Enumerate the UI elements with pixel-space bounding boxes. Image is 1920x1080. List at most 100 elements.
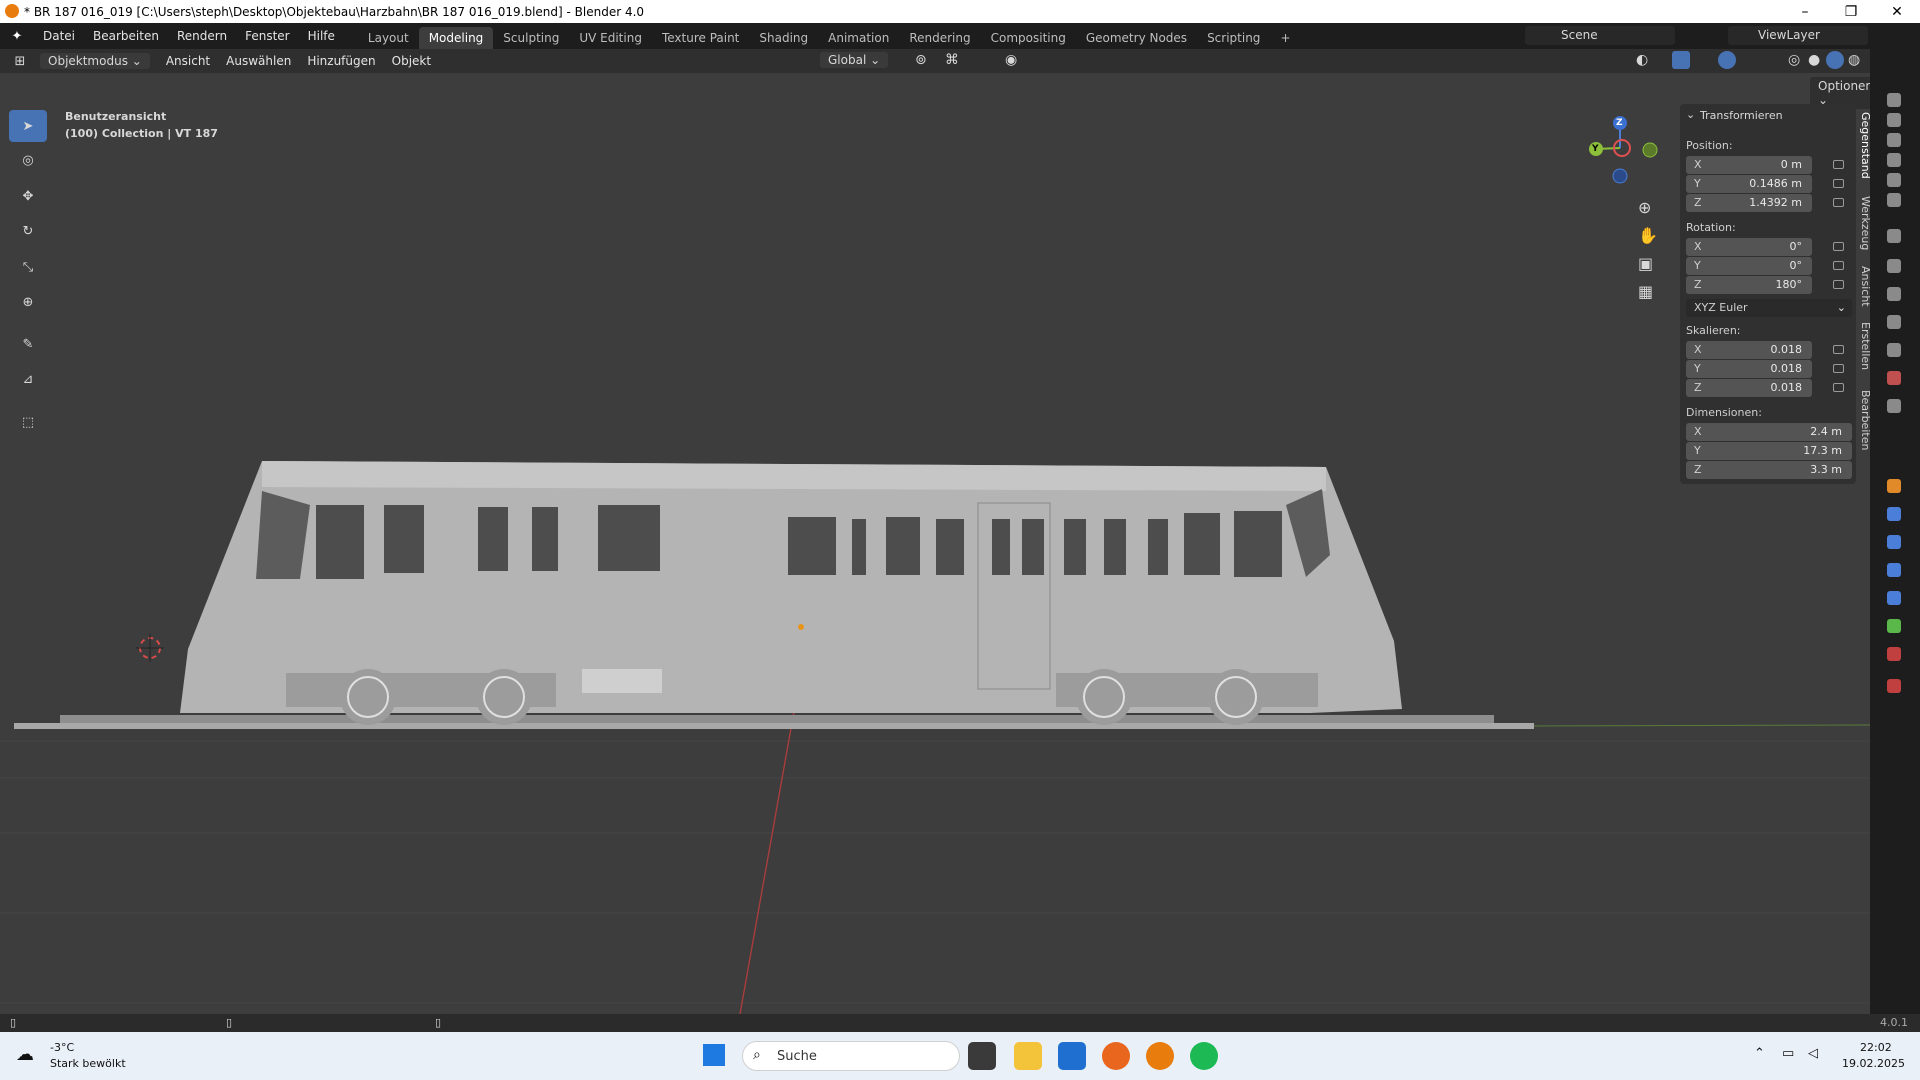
network-icon[interactable]: ▭ [1782,1046,1794,1061]
task-view-icon[interactable] [968,1042,996,1070]
lock-icon[interactable] [1833,345,1844,354]
lock-icon[interactable] [1833,280,1844,289]
scene-properties-icon[interactable] [1887,343,1901,357]
solid-shading-icon[interactable]: ● [1808,52,1820,68]
menu-auswaehlen[interactable]: Auswählen [218,54,299,68]
object-properties-icon[interactable] [1887,479,1901,493]
tab-compositing[interactable]: Compositing [981,27,1076,49]
close-button[interactable]: ✕ [1874,0,1920,23]
blender-app-icon[interactable] [1146,1042,1174,1070]
menu-hilfe[interactable]: Hilfe [299,29,344,43]
cursor-tool-button[interactable]: ◎ [9,144,47,176]
lock-icon[interactable] [1833,364,1844,373]
position-y-field[interactable]: Y 0.1486 m [1686,175,1812,193]
render-layer-icon[interactable] [1887,113,1901,127]
wireframe-shading-icon[interactable]: ◎ [1788,52,1800,68]
tool-properties-icon[interactable] [1887,229,1901,243]
transform-section-title[interactable]: Transformieren [1700,109,1783,122]
orientation-dropdown[interactable]: Global ⌄ [820,52,889,68]
rotate-tool-button[interactable]: ↻ [9,215,47,247]
chevron-up-icon[interactable]: ⌃ [1754,1046,1765,1061]
scene-selector[interactable]: Scene [1525,26,1675,45]
grid-perspective-icon[interactable]: ▦ [1638,282,1653,301]
measure-tool-button[interactable]: ⊿ [9,363,47,395]
weather-desc[interactable]: Stark bewölkt [50,1057,126,1070]
world-properties-icon[interactable] [1887,371,1901,385]
add-workspace-button[interactable]: + [1270,27,1300,49]
tab-animation[interactable]: Animation [818,27,899,49]
lock-icon[interactable] [1833,198,1844,207]
transform-tool-button[interactable]: ⊕ [9,286,47,318]
speaker-icon[interactable]: ◁ [1808,1046,1818,1061]
overlay-toggle-icon[interactable] [1718,51,1736,69]
clock-date[interactable]: 19.02.2025 [1842,1057,1905,1070]
menu-fenster[interactable]: Fenster [236,29,299,43]
menu-datei[interactable]: Datei [34,29,84,43]
menu-objekt[interactable]: Objekt [384,54,439,68]
select-tool-button[interactable]: ➤ [9,110,47,142]
pivot-icon[interactable]: ⊚ [915,52,927,68]
mode-dropdown[interactable]: Objektmodus ⌄ [40,53,150,69]
tab-uv-editing[interactable]: UV Editing [569,27,652,49]
pan-hand-icon[interactable]: ✋ [1638,226,1658,245]
viewlayer-selector[interactable]: ViewLayer [1728,26,1868,45]
render-layer-icon[interactable] [1887,133,1901,147]
spotify-icon[interactable] [1190,1042,1218,1070]
windows-start-icon[interactable] [703,1044,725,1066]
collection-properties-icon[interactable] [1887,399,1901,413]
snap-icon[interactable]: ⌘ [945,52,959,68]
dimension-z-field[interactable]: Z 3.3 m [1686,461,1852,479]
tab-modeling[interactable]: Modeling [418,27,494,49]
camera-icon[interactable]: ▣ [1638,254,1653,273]
weather-cloud-icon[interactable]: ☁ [16,1044,34,1065]
minimize-button[interactable]: – [1782,0,1828,23]
object-data-icon[interactable] [1887,619,1901,633]
menu-rendern[interactable]: Rendern [168,29,236,43]
maximize-button[interactable]: ❐ [1828,0,1874,23]
view-layer-icon[interactable] [1887,315,1901,329]
scale-tool-button[interactable]: ⤡ [9,251,47,283]
texture-icon[interactable] [1887,679,1901,693]
rendered-shading-icon[interactable]: ◍ [1848,52,1860,68]
position-x-field[interactable]: X 0 m [1686,156,1812,174]
render-layer-icon[interactable] [1887,193,1901,207]
tab-texture-paint[interactable]: Texture Paint [652,27,749,49]
material-shading-icon[interactable] [1826,51,1844,69]
tab-rendering[interactable]: Rendering [899,27,980,49]
physics-icon[interactable] [1887,563,1901,577]
menu-bearbeiten[interactable]: Bearbeiten [84,29,168,43]
modifier-wrench-icon[interactable] [1887,507,1901,521]
scale-x-field[interactable]: X 0.018 [1686,341,1812,359]
chevron-down-icon[interactable]: ⌄ [1686,108,1695,121]
navigation-gizmo[interactable] [1570,113,1660,193]
rotation-mode-dropdown[interactable]: XYZ Euler ⌄ [1686,299,1852,317]
blender-menu-icon[interactable]: ✦ [0,29,34,44]
tab-sculpting[interactable]: Sculpting [493,27,569,49]
tab-layout[interactable]: Layout [358,27,419,49]
dimension-x-field[interactable]: X 2.4 m [1686,423,1852,441]
menu-hinzufuegen[interactable]: Hinzufügen [299,54,383,68]
add-cube-tool-button[interactable]: ⬚ [9,406,47,438]
menu-ansicht[interactable]: Ansicht [158,54,218,68]
material-icon[interactable] [1887,647,1901,661]
tab-shading[interactable]: Shading [749,27,818,49]
position-z-field[interactable]: Z 1.4392 m [1686,194,1812,212]
render-properties-icon[interactable] [1887,259,1901,273]
proportional-edit-icon[interactable]: ◉ [1005,52,1017,68]
tab-geometry-nodes[interactable]: Geometry Nodes [1076,27,1197,49]
lock-icon[interactable] [1833,160,1844,169]
scale-z-field[interactable]: Z 0.018 [1686,379,1812,397]
move-tool-button[interactable]: ✥ [9,180,47,212]
weather-temp[interactable]: -3°C [50,1041,74,1054]
annotate-tool-button[interactable]: ✎ [9,328,47,360]
render-layer-icon[interactable] [1887,93,1901,107]
render-layer-icon[interactable] [1887,173,1901,187]
tab-scripting[interactable]: Scripting [1197,27,1270,49]
editor-type-icon[interactable]: ⊞ [0,54,40,69]
clock-time[interactable]: 22:02 [1860,1041,1892,1054]
lock-icon[interactable] [1833,383,1844,392]
taskbar-search[interactable]: ⌕ Suche [742,1041,960,1071]
store-icon[interactable] [1058,1042,1086,1070]
file-explorer-icon[interactable] [1014,1042,1042,1070]
render-layer-icon[interactable] [1887,153,1901,167]
